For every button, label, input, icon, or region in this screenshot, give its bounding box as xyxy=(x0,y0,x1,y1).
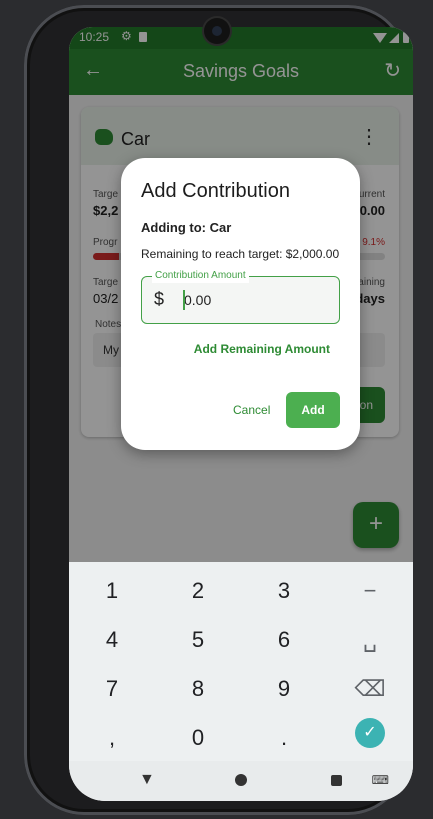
cancel-button[interactable]: Cancel xyxy=(233,403,270,417)
key-1[interactable]: 1 xyxy=(69,568,155,614)
contribution-amount-field[interactable]: Contribution Amount $ xyxy=(141,269,340,324)
nav-home-icon[interactable] xyxy=(235,774,247,786)
add-remaining-amount-button[interactable]: Add Remaining Amount xyxy=(194,342,330,356)
key-7[interactable]: 7 xyxy=(69,666,155,712)
numeric-keyboard: 1 2 3 − 4 5 6 ␣ 7 8 9 ⌫ , 0 . ✓ xyxy=(69,562,413,761)
key-4[interactable]: 4 xyxy=(69,617,155,663)
contribution-amount-input[interactable] xyxy=(184,289,324,311)
remaining-text: Remaining to reach target: $2,000.00 xyxy=(141,247,340,261)
nav-recents-icon[interactable] xyxy=(331,775,342,786)
text-cursor xyxy=(183,290,185,310)
checkmark-enter-icon[interactable]: ✓ xyxy=(355,718,385,748)
key-2[interactable]: 2 xyxy=(155,568,241,614)
adding-to-text: Adding to: Car xyxy=(141,220,232,235)
key-comma[interactable]: , xyxy=(69,715,155,761)
key-8[interactable]: 8 xyxy=(155,666,241,712)
key-9[interactable]: 9 xyxy=(241,666,327,712)
system-nav-bar: ▼ ⌨ xyxy=(69,761,413,801)
key-period[interactable]: . xyxy=(241,715,327,761)
contribution-amount-label: Contribution Amount xyxy=(152,269,249,283)
key-minus[interactable]: − xyxy=(327,568,413,614)
front-camera xyxy=(204,18,230,44)
add-contribution-dialog: Add Contribution Adding to: Car Remainin… xyxy=(121,158,360,450)
space-key-icon[interactable]: ␣ xyxy=(327,617,413,663)
key-5[interactable]: 5 xyxy=(155,617,241,663)
screen: 10:25 ⚙ ← Savings Goals ↻ Car ⋮ Targe $2… xyxy=(69,27,413,801)
phone-frame: 10:25 ⚙ ← Savings Goals ↻ Car ⋮ Targe $2… xyxy=(24,5,413,815)
currency-prefix: $ xyxy=(154,289,165,309)
key-6[interactable]: 6 xyxy=(241,617,327,663)
key-0[interactable]: 0 xyxy=(155,715,241,761)
backspace-icon[interactable]: ⌫ xyxy=(327,666,413,712)
nav-back-icon[interactable]: ▼ xyxy=(139,771,155,789)
key-3[interactable]: 3 xyxy=(241,568,327,614)
keyboard-switch-icon[interactable]: ⌨ xyxy=(372,773,389,787)
dialog-title: Add Contribution xyxy=(141,180,290,202)
add-button[interactable]: Add xyxy=(286,392,340,428)
